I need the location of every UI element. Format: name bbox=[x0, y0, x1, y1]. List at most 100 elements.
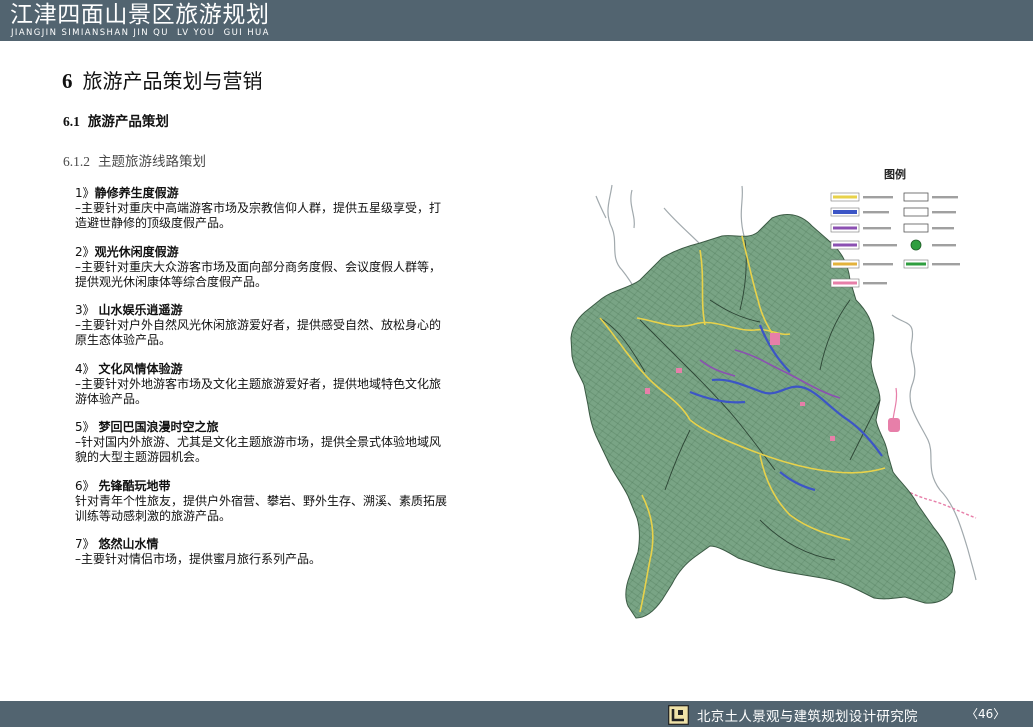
legend-swatch-point bbox=[910, 239, 922, 251]
map-legend: 图例 bbox=[830, 167, 960, 288]
item-description-line: –主要针对外地游客市场及文化主题旅游爱好者，提供地域特色文化旅 bbox=[75, 376, 442, 391]
document-title: 江津四面山景区旅游规划 bbox=[10, 2, 270, 28]
section-title: 旅游产品策划 bbox=[87, 114, 169, 130]
legend-entry bbox=[830, 240, 897, 250]
legend-label-illegible bbox=[863, 282, 887, 285]
outer-road-pink-line bbox=[892, 387, 898, 421]
item-description-line: 针对青年个性旅友，提供户外宿营、攀岩、野外生存、溯溪、素质拓展 bbox=[75, 493, 448, 508]
theme-route-item: 3》 山水娱乐逍遥游 –主要针对户外自然风光休闲旅游爱好者，提供感受自然、放松身… bbox=[75, 303, 475, 348]
legend-entry bbox=[830, 192, 893, 202]
map-terrain-texture bbox=[571, 214, 955, 618]
legend-entry bbox=[903, 259, 960, 269]
outer-river-line bbox=[595, 195, 607, 219]
legend-entry bbox=[830, 259, 893, 269]
legend-label-illegible bbox=[932, 244, 956, 247]
section-heading: 6.1 旅游产品策划 bbox=[63, 113, 169, 131]
town-pink-patch bbox=[645, 388, 650, 394]
item-index: 6》 bbox=[75, 478, 99, 493]
legend-swatch-box bbox=[903, 192, 929, 202]
item-description-line: –主要针对重庆大众游客市场及面向部分商务度假、会议度假人群等， bbox=[75, 259, 442, 274]
legend-entry bbox=[903, 207, 956, 217]
tourism-route-map: 图例 bbox=[570, 167, 977, 619]
legend-label-illegible bbox=[863, 244, 897, 247]
item-description-line: –主要针对户外自然风光休闲旅游爱好者，提供感受自然、放松身心的 bbox=[75, 318, 442, 332]
legend-label-illegible bbox=[863, 227, 891, 230]
item-description-line: –主要针对情侣市场，提供蜜月旅行系列产品。 bbox=[75, 552, 322, 566]
footer-bar: 北京土人景观与建筑规划设计研究院 〈46〉 bbox=[0, 701, 1033, 727]
item-title: 悠然山水情 bbox=[98, 537, 159, 551]
item-index: 7》 bbox=[75, 537, 99, 551]
theme-route-item: 2》观光休闲度假游 –主要针对重庆大众游客市场及面向部分商务度假、会议度假人群等… bbox=[75, 245, 475, 290]
item-heading: 3》 山水娱乐逍遥游 bbox=[75, 303, 475, 318]
town-pink-patch bbox=[770, 333, 780, 345]
subsection-number: 6.1.2 bbox=[63, 154, 90, 169]
page-number: 〈46〉 bbox=[966, 707, 1006, 721]
item-description-line: 貌的大型主题游园机会。 bbox=[75, 450, 208, 464]
item-title: 先锋酷玩地带 bbox=[98, 478, 171, 493]
outer-river-line bbox=[663, 207, 701, 245]
item-index: 2》 bbox=[75, 244, 95, 259]
item-description-line: 训练等动感刺激的旅游产品。 bbox=[75, 508, 232, 523]
chapter-title: 旅游产品策划与营销 bbox=[82, 69, 263, 93]
outer-river-line bbox=[630, 189, 635, 229]
item-heading: 4》 文化风情体验游 bbox=[75, 362, 475, 377]
institute-logo-icon bbox=[668, 705, 689, 725]
item-heading: 5》 梦回巴国浪漫时空之旅 bbox=[75, 420, 475, 435]
item-description-line: 造避世静修的顶级度假产品。 bbox=[75, 216, 232, 230]
item-index: 4》 bbox=[75, 361, 99, 376]
item-heading: 7》 悠然山水情 bbox=[75, 537, 475, 552]
legend-entry bbox=[903, 192, 958, 202]
legend-label-illegible bbox=[932, 196, 958, 199]
item-heading: 6》 先锋酷玩地带 bbox=[75, 479, 475, 494]
legend-swatch-box bbox=[903, 207, 929, 217]
legend-label-illegible bbox=[932, 211, 956, 214]
legend-label-illegible bbox=[863, 211, 889, 214]
item-title: 静修养生度假游 bbox=[94, 186, 179, 200]
legend-label-illegible bbox=[932, 263, 960, 266]
item-title: 观光休闲度假游 bbox=[94, 244, 179, 259]
item-heading: 1》静修养生度假游 bbox=[75, 186, 475, 201]
legend-entry bbox=[830, 207, 889, 217]
legend-title: 图例 bbox=[884, 167, 906, 181]
item-index: 3》 bbox=[75, 303, 99, 317]
chapter-heading: 6 旅游产品策划与营销 bbox=[62, 68, 263, 94]
item-title: 山水娱乐逍遥游 bbox=[98, 303, 183, 317]
item-title: 文化风情体验游 bbox=[98, 361, 183, 376]
subsection-title: 主题旅游线路策划 bbox=[98, 154, 206, 170]
section-number: 6.1 bbox=[63, 114, 80, 129]
legend-label-illegible bbox=[863, 196, 893, 199]
outer-river-line bbox=[740, 185, 745, 237]
town-pink-patch bbox=[888, 418, 900, 432]
legend-entry bbox=[830, 278, 887, 288]
item-description-line: –针对国内外旅游、尤其是文化主题旅游市场，提供全景式体验地域风 bbox=[75, 435, 442, 449]
legend-swatch-box bbox=[903, 223, 929, 233]
theme-route-list: 1》静修养生度假游 –主要针对重庆中高端游客市场及宗教信仰人群，提供五星级享受，… bbox=[75, 186, 475, 581]
chapter-number: 6 bbox=[62, 69, 73, 93]
item-heading: 2》观光休闲度假游 bbox=[75, 245, 475, 260]
item-description-line: –主要针对重庆中高端游客市场及宗教信仰人群，提供五星级享受，打 bbox=[75, 201, 442, 215]
town-pink-patch bbox=[800, 402, 805, 406]
theme-route-item: 1》静修养生度假游 –主要针对重庆中高端游客市场及宗教信仰人群，提供五星级享受，… bbox=[75, 186, 475, 231]
legend-entry bbox=[830, 223, 891, 233]
header-bar: 江津四面山景区旅游规划 JIANGJIN SIMIANSHAN JIN QU L… bbox=[0, 0, 1033, 41]
town-pink-patch bbox=[676, 368, 682, 373]
item-title: 梦回巴国浪漫时空之旅 bbox=[98, 420, 219, 434]
legend-entry bbox=[903, 223, 954, 233]
theme-route-item: 4》 文化风情体验游 –主要针对外地游客市场及文化主题旅游爱好者，提供地域特色文… bbox=[75, 362, 475, 407]
legend-entry bbox=[910, 239, 956, 251]
item-description-line: 游体验产品。 bbox=[75, 391, 148, 406]
town-pink-patch bbox=[830, 436, 835, 441]
legend-label-illegible bbox=[932, 227, 954, 230]
subsection-heading: 6.1.2 主题旅游线路策划 bbox=[63, 153, 206, 171]
item-description-line: 原生态体验产品。 bbox=[75, 333, 172, 347]
document-subtitle-pinyin: JIANGJIN SIMIANSHAN JIN QU LV YOU GUI HU… bbox=[11, 28, 270, 38]
item-description-line: 提供观光休闲康体等综合度假产品。 bbox=[75, 274, 268, 289]
logo-mark-dot bbox=[678, 710, 683, 715]
theme-route-item: 5》 梦回巴国浪漫时空之旅 –针对国内外旅游、尤其是文化主题旅游市场，提供全景式… bbox=[75, 420, 475, 465]
item-index: 5》 bbox=[75, 420, 99, 434]
institute-name: 北京土人景观与建筑规划设计研究院 bbox=[697, 709, 918, 725]
legend-label-illegible bbox=[863, 263, 893, 266]
theme-route-item: 6》 先锋酷玩地带 针对青年个性旅友，提供户外宿营、攀岩、野外生存、溯溪、素质拓… bbox=[75, 479, 475, 524]
theme-route-item: 7》 悠然山水情 –主要针对情侣市场，提供蜜月旅行系列产品。 bbox=[75, 537, 475, 567]
item-index: 1》 bbox=[75, 186, 95, 200]
